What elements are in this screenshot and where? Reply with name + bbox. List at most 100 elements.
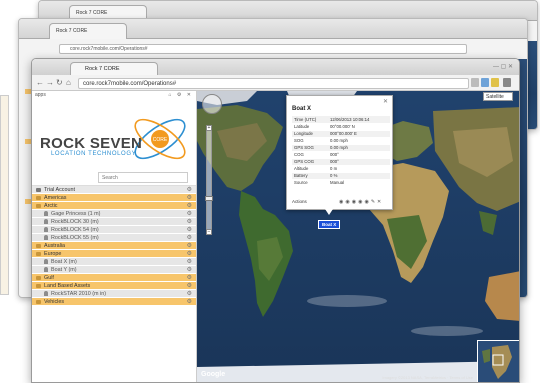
extension-icon[interactable]	[491, 78, 499, 87]
tree-device-item[interactable]: RockSTAR 2010 (m in) ⚙	[32, 290, 196, 298]
background-url: core.rock7mobile.com/Operations#	[59, 44, 467, 54]
tree-item-label: RockBLOCK 54 (m)	[51, 227, 99, 233]
gear-icon[interactable]: ⚙	[187, 210, 192, 218]
popup-row: COG 000°	[292, 151, 390, 159]
device-icon	[44, 267, 48, 272]
popup-field-value: 0 %	[328, 172, 390, 180]
apps-label[interactable]: apps	[35, 92, 46, 98]
popup-field-label: Altitude	[292, 165, 328, 173]
tree-group-item[interactable]: Trial Account ⚙	[32, 186, 196, 194]
popup-field-label: GPS SOG	[292, 144, 328, 152]
zoom-handle[interactable]	[205, 196, 213, 201]
tree-device-item[interactable]: RockBLOCK 30 (m) ⚙	[32, 218, 196, 226]
gear-icon[interactable]: ⚙	[187, 218, 192, 226]
popup-field-label: Latitude	[292, 123, 328, 131]
window-controls[interactable]: — ▢ ✕	[493, 63, 513, 70]
header-icons[interactable]: ⌂ ⚙ ✕	[169, 92, 193, 98]
gear-icon[interactable]: ⚙	[187, 234, 192, 242]
folder-icon	[36, 284, 41, 288]
star-icon[interactable]	[471, 78, 479, 87]
boat-marker[interactable]: Boat X	[318, 220, 341, 229]
popup-field-value: 0 m	[328, 165, 390, 173]
popup-row: GPS SOG 0.00 mph	[292, 144, 390, 152]
popup-field-value: Manual	[328, 179, 390, 187]
popup-title: Boat X	[292, 106, 312, 112]
gear-icon[interactable]: ⚙	[187, 298, 192, 306]
logo-subtitle: LOCATION TECHNOLOGY	[51, 151, 137, 157]
logo-text: ROCK SEVEN	[40, 135, 143, 152]
device-icon	[44, 235, 48, 240]
gear-icon[interactable]: ⚙	[187, 290, 192, 298]
gear-icon[interactable]: ⚙	[187, 282, 192, 290]
tree-item-label: Australia	[44, 243, 65, 249]
device-icon	[44, 259, 48, 264]
tree-group-item[interactable]: Arctic ⚙	[32, 202, 196, 210]
popup-field-label: COG	[292, 151, 328, 159]
popup-field-label: Battery	[292, 172, 328, 180]
gear-icon[interactable]: ⚙	[187, 258, 192, 266]
gear-icon[interactable]: ⚙	[187, 226, 192, 234]
popup-field-label: GPS COG	[292, 158, 328, 166]
gear-icon[interactable]: ⚙	[187, 274, 192, 282]
zoom-slider[interactable]: + −	[205, 125, 213, 235]
logo-badge: CORE	[153, 137, 168, 143]
tab-rock7-core[interactable]: Rock 7 CORE	[70, 62, 158, 75]
nav-bar: ← → ↻ ⌂ core.rock7mobile.com/Operations#	[32, 75, 519, 91]
tree-item-label: RockBLOCK 55 (m)	[51, 235, 99, 241]
gear-icon[interactable]: ⚙	[187, 202, 192, 210]
action-icons[interactable]: ◉◉◉◉◉✎✕	[339, 199, 383, 205]
tree-device-item[interactable]: Boat X (m) ⚙	[32, 258, 196, 266]
app-area: apps ⌂ ⚙ ✕ CORE ROCK SEVEN LOCATION TECH…	[32, 91, 519, 382]
search-input[interactable]	[98, 172, 188, 183]
tree-item-label: Americas	[44, 195, 67, 201]
tree-device-item[interactable]: RockBLOCK 54 (m) ⚙	[32, 226, 196, 234]
device-icon	[44, 211, 48, 216]
tree-group-item[interactable]: Gulf ⚙	[32, 274, 196, 282]
tree-item-label: Land Based Assets	[44, 283, 91, 289]
tree-group-item[interactable]: Land Based Assets ⚙	[32, 282, 196, 290]
gear-icon[interactable]: ⚙	[187, 242, 192, 250]
folder-icon	[36, 204, 41, 208]
home-icon[interactable]: ⌂	[66, 78, 71, 88]
tree-group-item[interactable]: Vehicles ⚙	[32, 298, 196, 306]
tree-group-item[interactable]: Australia ⚙	[32, 242, 196, 250]
menu-icon[interactable]	[503, 78, 511, 87]
popup-field-value: 000°	[328, 151, 390, 159]
popup-field-label: Source	[292, 179, 328, 187]
tree-group-item[interactable]: Americas ⚙	[32, 194, 196, 202]
gear-icon[interactable]: ⚙	[187, 186, 192, 194]
popup-row: GPS COG 000°	[292, 158, 390, 166]
tree-device-item[interactable]: Boat Y (m) ⚙	[32, 266, 196, 274]
zoom-out-icon[interactable]: −	[206, 229, 212, 235]
popup-field-value: 0.00 mph	[328, 144, 390, 152]
browser-window: Rock 7 CORE — ▢ ✕ ← → ↻ ⌂ core.rock7mobi…	[31, 58, 520, 383]
tree-device-item[interactable]: RockBLOCK 55 (m) ⚙	[32, 234, 196, 242]
app-header: apps ⌂ ⚙ ✕	[32, 91, 196, 100]
tree-item-label: Europe	[44, 251, 62, 257]
tree-item-label: Gulf	[44, 275, 54, 281]
address-bar[interactable]: core.rock7mobile.com/Operations#	[78, 78, 469, 89]
gear-icon[interactable]: ⚙	[187, 250, 192, 258]
back-icon[interactable]: ←	[36, 78, 44, 88]
gear-icon[interactable]: ⚙	[187, 194, 192, 202]
satellite-map[interactable]: + − Satellite ✕ Boat X Time (UTC) 12/06/2…	[197, 91, 519, 382]
tree-group-item[interactable]: Europe ⚙	[32, 250, 196, 258]
forward-icon[interactable]: →	[46, 78, 54, 88]
tree-device-item[interactable]: Gage Princess (1 m) ⚙	[32, 210, 196, 218]
device-tree: Trial Account ⚙ Americas ⚙ Arctic ⚙ Gage Princ…	[32, 186, 196, 306]
folder-icon	[36, 196, 41, 200]
map-type-select[interactable]: Satellite	[483, 92, 513, 101]
popup-field-label: SOG	[292, 137, 328, 145]
close-icon[interactable]: ✕	[383, 98, 388, 105]
reload-icon[interactable]: ↻	[56, 78, 63, 88]
pen-icon[interactable]	[481, 78, 489, 87]
map-copyright: Imagery ©2013 NASA, TerraMetrics · Terms…	[382, 375, 473, 380]
pan-control[interactable]	[202, 94, 222, 114]
zoom-in-icon[interactable]: +	[206, 125, 212, 131]
popup-field-label: Time (UTC)	[292, 116, 328, 124]
actions-label: Actions	[292, 199, 307, 204]
popup-row: SOG 0.00 mph	[292, 137, 390, 145]
tree-item-label: RockBLOCK 30 (m)	[51, 219, 99, 225]
gear-icon[interactable]: ⚙	[187, 266, 192, 274]
overview-minimap[interactable]	[477, 340, 519, 382]
